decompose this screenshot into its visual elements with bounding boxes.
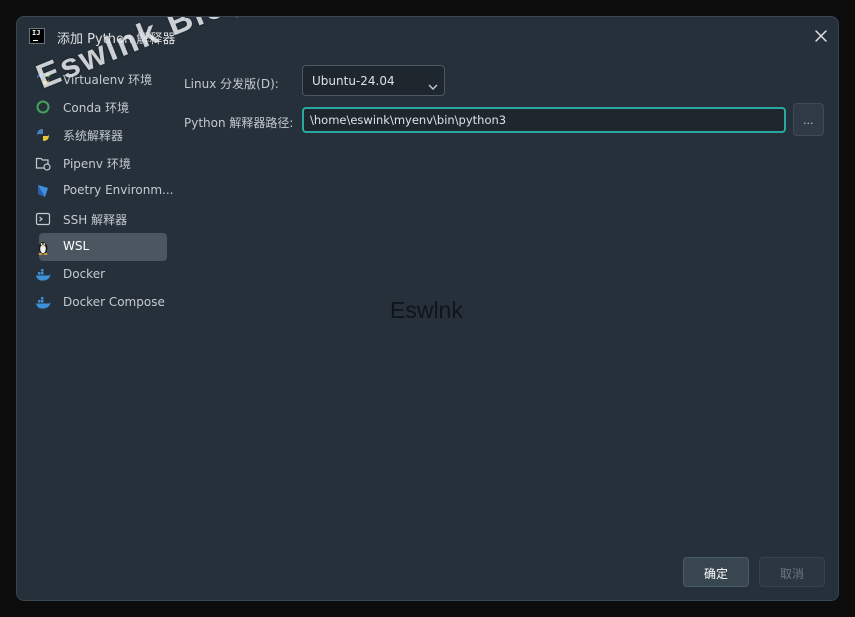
sidebar-item-wsl[interactable]: WSL	[38, 233, 167, 261]
center-watermark: Eswlnk	[390, 297, 463, 323]
sidebar-item-label: Conda 环境	[63, 101, 130, 115]
ok-button-label: 确定	[703, 567, 728, 581]
close-icon	[815, 30, 827, 42]
cancel-button-label: 取消	[779, 567, 804, 581]
interpreter-path-input[interactable]	[302, 107, 786, 133]
poetry-icon	[35, 183, 51, 199]
virtualenv-icon	[35, 71, 51, 87]
docker-icon	[35, 267, 51, 283]
sidebar-item-conda[interactable]: Conda 环境	[36, 93, 167, 121]
sidebar-item-label: Pipenv 环境	[63, 157, 131, 171]
browse-button[interactable]: ...	[793, 103, 824, 136]
conda-icon	[35, 99, 51, 115]
sidebar-item-label: Poetry Environm...	[63, 183, 174, 197]
distro-select-value: Ubuntu-24.04	[312, 74, 395, 88]
python-icon	[35, 127, 51, 143]
sidebar-item-pipenv[interactable]: Pipenv 环境	[35, 149, 167, 177]
sidebar-item-system-interpreter[interactable]: 系统解释器	[37, 121, 167, 149]
browse-button-label: ...	[803, 114, 814, 127]
pipenv-icon	[35, 155, 51, 171]
sidebar-item-poetry[interactable]: Poetry Environm...	[38, 177, 173, 205]
sidebar-item-docker-compose[interactable]: Docker Compose	[36, 289, 167, 317]
sidebar-item-virtualenv[interactable]: Virtualenv 环境	[37, 65, 167, 93]
interpreter-path-label: Python 解释器路径:	[184, 116, 294, 130]
sidebar-item-label: 系统解释器	[63, 129, 124, 143]
intellij-app-icon: IJ	[29, 28, 45, 44]
distro-label: Linux 分发版(D):	[184, 77, 279, 91]
add-python-interpreter-dialog: IJ 添加 Python 解释器 Virtualenv 环境 Conda 环境 …	[16, 16, 839, 601]
sidebar-item-docker[interactable]: Docker	[36, 261, 167, 289]
sidebar-item-label: Docker Compose	[63, 295, 165, 309]
sidebar-item-label: WSL	[63, 239, 90, 253]
sidebar-item-ssh[interactable]: SSH 解释器	[35, 205, 167, 233]
sidebar-item-label: SSH 解释器	[63, 213, 128, 227]
close-button[interactable]	[812, 27, 830, 45]
distro-select[interactable]: Ubuntu-24.04	[302, 65, 445, 96]
cancel-button[interactable]: 取消	[759, 557, 825, 587]
docker-compose-icon	[35, 295, 51, 311]
linux-penguin-icon	[35, 239, 51, 255]
window-title: 添加 Python 解释器	[57, 32, 176, 47]
ok-button[interactable]: 确定	[683, 557, 749, 587]
sidebar-item-label: Virtualenv 环境	[63, 73, 153, 87]
sidebar-item-label: Docker	[63, 267, 106, 281]
title-bar: IJ 添加 Python 解释器	[17, 17, 838, 57]
terminal-icon	[35, 211, 51, 227]
chevron-down-icon	[428, 76, 438, 95]
